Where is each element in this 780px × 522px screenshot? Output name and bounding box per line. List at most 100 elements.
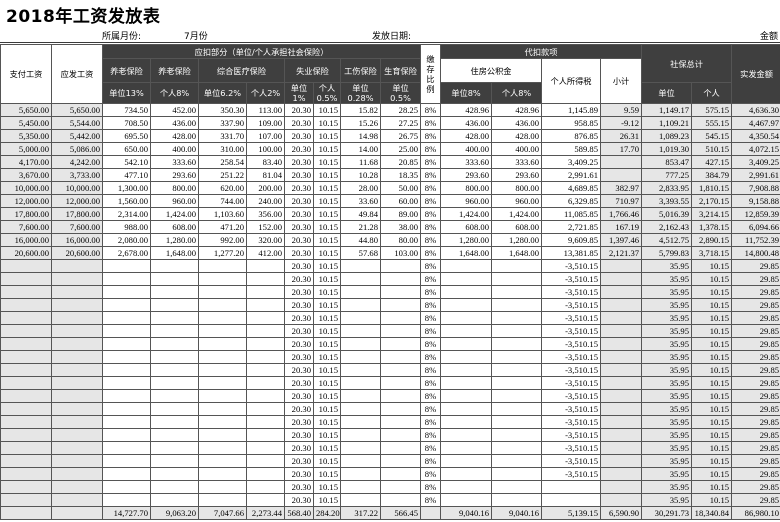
table-cell[interactable]: 21.28 (340, 220, 381, 234)
table-cell[interactable]: 240.00 (246, 194, 285, 208)
table-cell[interactable] (198, 480, 247, 494)
table-cell[interactable]: 35.95 (641, 441, 693, 455)
table-cell[interactable] (102, 350, 151, 364)
table-cell[interactable] (379, 441, 422, 455)
table-cell[interactable] (102, 493, 151, 507)
table-cell[interactable] (198, 311, 247, 325)
table-cell[interactable] (379, 324, 422, 338)
table-cell[interactable]: 10.15 (313, 194, 341, 208)
table-cell[interactable]: 8% (420, 363, 442, 377)
table-cell[interactable] (379, 376, 422, 390)
table-cell[interactable]: 620.00 (198, 181, 247, 195)
table-cell[interactable]: 10.15 (313, 207, 341, 221)
table-cell[interactable]: 12,859.39 (731, 207, 780, 221)
table-cell[interactable]: 20.30 (284, 194, 314, 208)
table-cell[interactable]: 10.15 (691, 298, 733, 312)
table-cell[interactable]: 35.95 (641, 467, 693, 481)
table-cell[interactable] (198, 337, 247, 351)
table-cell[interactable]: 29.85 (731, 350, 780, 364)
table-cell[interactable]: 542.10 (102, 155, 151, 169)
table-cell[interactable]: 384.79 (691, 168, 733, 182)
table-cell[interactable]: 5,442.00 (51, 129, 103, 143)
table-cell[interactable] (51, 363, 103, 377)
table-cell[interactable] (150, 285, 199, 299)
table-cell[interactable]: 86,980.10 (731, 506, 780, 520)
table-cell[interactable] (150, 337, 199, 351)
table-cell[interactable]: 29.85 (731, 337, 780, 351)
table-cell[interactable]: 20.30 (284, 142, 314, 156)
table-cell[interactable] (440, 428, 493, 442)
table-cell[interactable]: 708.50 (102, 116, 151, 130)
table-cell[interactable]: 10.15 (691, 324, 733, 338)
table-cell[interactable] (246, 441, 285, 455)
table-cell[interactable]: 2,890.15 (691, 233, 733, 247)
table-cell[interactable]: 5,650.00 (51, 103, 103, 117)
table-cell[interactable]: 10,000.00 (0, 181, 52, 195)
table-cell[interactable]: 26.75 (379, 129, 422, 143)
table-cell[interactable] (198, 389, 247, 403)
table-cell[interactable]: 3,214.15 (691, 207, 733, 221)
table-cell[interactable]: 400.00 (440, 142, 493, 156)
table-cell[interactable]: 17,800.00 (51, 207, 103, 221)
table-cell[interactable]: 35.95 (641, 493, 693, 507)
table-cell[interactable]: 10.15 (313, 298, 341, 312)
table-cell[interactable]: 5,086.00 (51, 142, 103, 156)
table-cell[interactable]: 350.30 (198, 103, 247, 117)
table-cell[interactable]: 5,799.83 (641, 246, 693, 260)
table-cell[interactable]: 10.15 (691, 376, 733, 390)
table-cell[interactable]: 30,291.73 (641, 506, 693, 520)
table-cell[interactable]: 2,170.15 (691, 194, 733, 208)
table-cell[interactable]: 29.85 (731, 441, 780, 455)
table-cell[interactable] (340, 285, 381, 299)
table-cell[interactable] (51, 272, 103, 286)
table-cell[interactable]: -3,510.15 (541, 376, 602, 390)
table-cell[interactable] (0, 259, 52, 273)
table-cell[interactable] (379, 259, 422, 273)
table-cell[interactable]: 10.15 (313, 246, 341, 260)
table-cell[interactable]: 27.25 (379, 116, 422, 130)
table-cell[interactable]: 10.15 (313, 415, 341, 429)
table-cell[interactable] (51, 480, 103, 494)
table-cell[interactable] (600, 155, 643, 169)
table-cell[interactable] (0, 415, 52, 429)
table-cell[interactable]: 20.30 (284, 467, 314, 481)
table-cell[interactable] (150, 415, 199, 429)
table-cell[interactable]: 200.00 (246, 181, 285, 195)
table-cell[interactable] (51, 454, 103, 468)
table-cell[interactable]: 452.00 (150, 103, 199, 117)
table-cell[interactable] (379, 272, 422, 286)
table-cell[interactable] (491, 389, 543, 403)
table-cell[interactable] (102, 428, 151, 442)
table-cell[interactable]: -3,510.15 (541, 402, 602, 416)
table-cell[interactable] (600, 168, 643, 182)
table-cell[interactable]: 29.85 (731, 428, 780, 442)
table-cell[interactable]: 2,162.43 (641, 220, 693, 234)
table-cell[interactable]: 4,242.00 (51, 155, 103, 169)
table-cell[interactable] (51, 506, 103, 520)
table-cell[interactable] (51, 337, 103, 351)
table-cell[interactable]: 9,158.88 (731, 194, 780, 208)
table-cell[interactable]: 14.98 (340, 129, 381, 143)
table-cell[interactable]: 5,450.00 (0, 116, 52, 130)
table-cell[interactable] (340, 311, 381, 325)
table-cell[interactable] (198, 467, 247, 481)
table-cell[interactable]: 427.15 (691, 155, 733, 169)
table-cell[interactable]: 958.85 (541, 116, 602, 130)
table-cell[interactable]: 471.20 (198, 220, 247, 234)
table-cell[interactable]: 988.00 (102, 220, 151, 234)
table-cell[interactable]: 5,544.00 (51, 116, 103, 130)
table-cell[interactable]: 103.00 (379, 246, 422, 260)
table-cell[interactable] (51, 402, 103, 416)
table-cell[interactable] (51, 467, 103, 481)
table-cell[interactable]: 167.19 (600, 220, 643, 234)
table-cell[interactable]: 11.68 (340, 155, 381, 169)
table-cell[interactable]: 331.70 (198, 129, 247, 143)
table-cell[interactable]: 83.40 (246, 155, 285, 169)
table-cell[interactable]: 8% (420, 116, 442, 130)
table-cell[interactable] (340, 376, 381, 390)
table-cell[interactable]: -3,510.15 (541, 350, 602, 364)
table-cell[interactable]: 1,397.46 (600, 233, 643, 247)
table-cell[interactable]: 10.15 (691, 350, 733, 364)
table-cell[interactable]: 8% (420, 350, 442, 364)
table-cell[interactable] (102, 402, 151, 416)
